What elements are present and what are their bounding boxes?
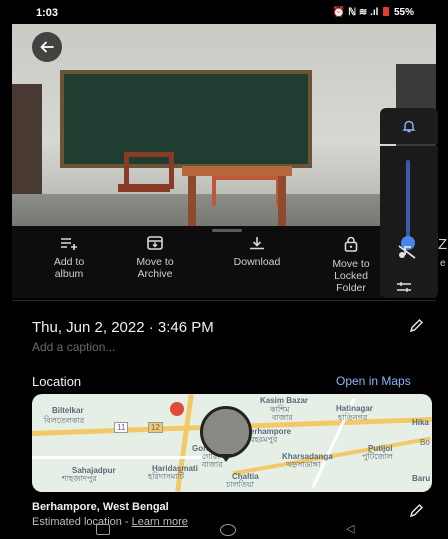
map-label: Kasim Bazar [260, 396, 309, 405]
pencil-icon [409, 503, 424, 518]
volume-settings-button[interactable] [396, 280, 412, 298]
music-off-icon [398, 245, 416, 259]
action-label: Move to Archive [136, 256, 174, 280]
recents-button[interactable] [96, 524, 110, 535]
add-to-album-button[interactable]: Add to album [24, 236, 114, 280]
learn-more-link[interactable]: Learn more [132, 516, 188, 528]
system-back-button[interactable]: ◁ [346, 522, 354, 535]
map-label: চালতিয়া [226, 480, 254, 489]
clipped-label: Z [438, 236, 448, 253]
estimate-text: Estimated location - [32, 516, 132, 528]
map-label: Hika [412, 418, 429, 427]
move-to-archive-button[interactable]: Move to Archive [110, 236, 200, 280]
download-icon [250, 237, 264, 250]
photo-chair-seat [118, 184, 170, 192]
map-label: বাজার [272, 413, 293, 422]
map-route-shield: 12 [148, 422, 163, 433]
map-route-shield: 11 [114, 422, 129, 433]
map-label: Bo [420, 438, 430, 447]
arrow-back-icon [40, 41, 54, 53]
map-label: বিলতেলকার [44, 416, 85, 425]
photo-desk [182, 166, 292, 176]
photo-desk-leg [278, 176, 286, 228]
photo-blackboard [60, 70, 312, 168]
battery-icon [383, 7, 390, 16]
action-label: Add to album [53, 256, 85, 280]
archive-icon [147, 236, 163, 250]
map-label: Biltelkar [52, 406, 84, 415]
status-indicators: ⏰ ℕ ≋ .ıl [332, 7, 379, 18]
map-label: Hatinagar [336, 404, 373, 413]
status-time: 1:03 [36, 7, 59, 19]
action-label: Download [233, 256, 281, 268]
sliders-icon [397, 282, 411, 292]
location-heading: Location [32, 374, 82, 389]
home-button[interactable] [220, 524, 236, 536]
map-label: হরিদাসমাটি [148, 472, 185, 481]
bell-icon [402, 120, 416, 133]
photo-date: Thu, Jun 2, 2022 · 3:46 PM [32, 319, 214, 336]
media-mute-button[interactable] [396, 244, 418, 265]
edit-date-button[interactable] [408, 318, 424, 339]
status-icons: ⏰ ℕ ≋ .ıl 55% [333, 7, 414, 18]
pencil-icon [409, 318, 424, 333]
battery-level: 55% [393, 7, 414, 18]
back-button[interactable] [32, 32, 62, 62]
photo-desk-leg [188, 176, 196, 228]
divider [12, 300, 436, 301]
open-in-maps-link[interactable]: Open in Maps [336, 374, 411, 388]
map-label: হাতিনগর [338, 413, 368, 422]
download-button[interactable]: Download [212, 236, 302, 268]
ringer-mode-button[interactable] [380, 108, 438, 144]
map-road [32, 456, 202, 459]
clipped-label-2: e [440, 258, 446, 269]
photo-location-marker[interactable] [200, 406, 252, 458]
map-label: খড়সাডাঙ্গা [286, 460, 321, 469]
edit-location-button[interactable] [408, 503, 424, 524]
hospital-icon [170, 402, 184, 416]
drag-handle[interactable] [212, 229, 242, 232]
photo-preview[interactable] [12, 24, 436, 236]
marker-pointer-icon [220, 454, 232, 462]
map-label: বহরমপুর [250, 435, 278, 444]
location-name: Berhampore, West Bengal [32, 501, 169, 513]
map-label: শাহজাদপুর [62, 474, 97, 483]
status-bar: 1:03 ⏰ ℕ ≋ .ıl 55% [0, 0, 448, 24]
volume-slider-track[interactable] [406, 160, 410, 240]
lock-icon [344, 236, 358, 252]
map-label: Baru [412, 474, 431, 483]
caption-input[interactable]: Add a caption... [32, 340, 115, 354]
action-label: Move to Locked Folder [332, 258, 370, 294]
map-label: পুটিজোল [362, 452, 393, 461]
photo-bench [212, 176, 280, 206]
playlist-add-icon [61, 238, 77, 250]
location-map[interactable]: Biltelkar বিলতেলকার Kasim Bazar কাশিম বা… [32, 394, 432, 492]
